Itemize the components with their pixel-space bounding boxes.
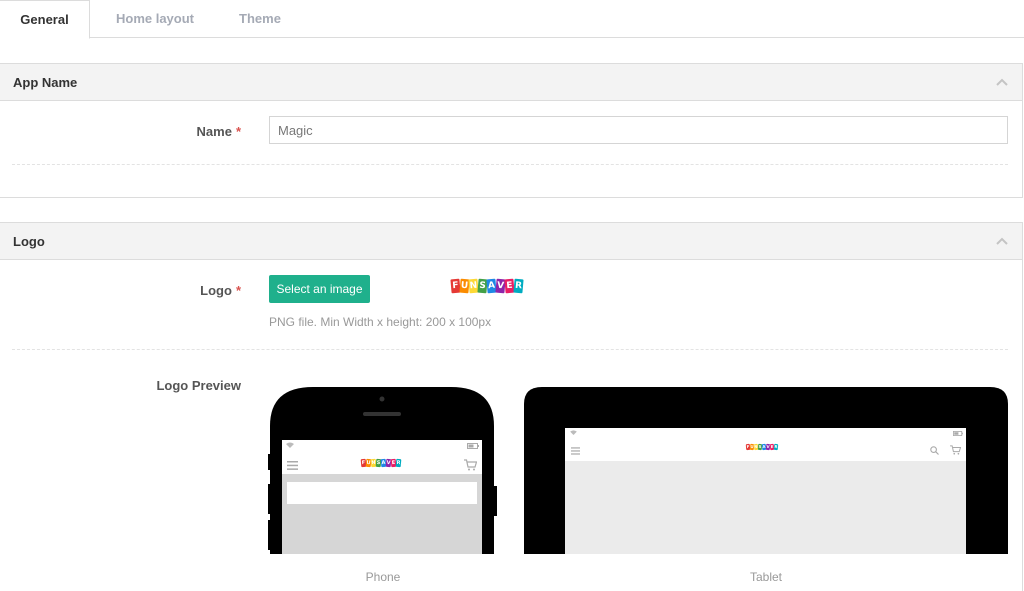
required-mark: * xyxy=(235,124,241,139)
tab-home-layout[interactable]: Home layout xyxy=(100,0,210,38)
battery-icon xyxy=(467,443,479,449)
tab-theme[interactable]: Theme xyxy=(220,0,300,38)
tablet-preview xyxy=(524,387,1008,554)
search-icon[interactable] xyxy=(930,446,939,455)
divider xyxy=(12,164,1008,165)
battery-icon xyxy=(953,431,963,436)
chevron-up-icon[interactable] xyxy=(996,235,1008,247)
tab-general[interactable]: General xyxy=(0,0,90,39)
required-mark: * xyxy=(235,283,241,298)
logo-preview-label: Logo Preview xyxy=(156,378,241,393)
logo-letter: R xyxy=(773,443,779,451)
phone-logo: FUNSAVER xyxy=(360,458,402,468)
logo-panel-header[interactable]: Logo xyxy=(0,223,1022,260)
cart-icon[interactable] xyxy=(950,445,961,455)
logo-letter: R xyxy=(513,278,524,294)
menu-icon[interactable] xyxy=(571,447,580,455)
menu-icon[interactable] xyxy=(287,461,298,470)
tablet-logo: FUNSAVER xyxy=(745,443,779,451)
cart-icon[interactable] xyxy=(464,459,477,471)
chevron-up-icon[interactable] xyxy=(996,76,1008,88)
name-label-text: Name xyxy=(196,124,232,139)
logo-label-text: Logo xyxy=(200,283,232,298)
app-name-panel: App Name Name * xyxy=(0,63,1023,198)
tablet-caption: Tablet xyxy=(749,570,783,584)
wifi-icon xyxy=(286,442,294,448)
logo-field-label: Logo * xyxy=(100,283,241,298)
phone-caption: Phone xyxy=(365,570,401,584)
app-name-panel-header[interactable]: App Name xyxy=(0,64,1022,101)
logo-thumbnail: FUNSAVER xyxy=(450,278,524,294)
logo-panel: Logo Logo * Select an image FUNSAVER PNG … xyxy=(0,222,1023,591)
logo-help-text: PNG file. Min Width x height: 200 x 100p… xyxy=(269,315,492,329)
app-name-panel-title: App Name xyxy=(13,75,78,90)
logo-panel-title: Logo xyxy=(13,234,45,249)
select-image-button[interactable]: Select an image xyxy=(269,275,370,303)
divider xyxy=(12,349,1008,350)
tab-bar: General Home layout Theme xyxy=(0,0,1024,39)
app-name-input[interactable] xyxy=(269,116,1008,144)
name-field-label: Name * xyxy=(100,124,241,139)
logo-letter: R xyxy=(395,458,402,468)
wifi-icon xyxy=(570,430,577,435)
